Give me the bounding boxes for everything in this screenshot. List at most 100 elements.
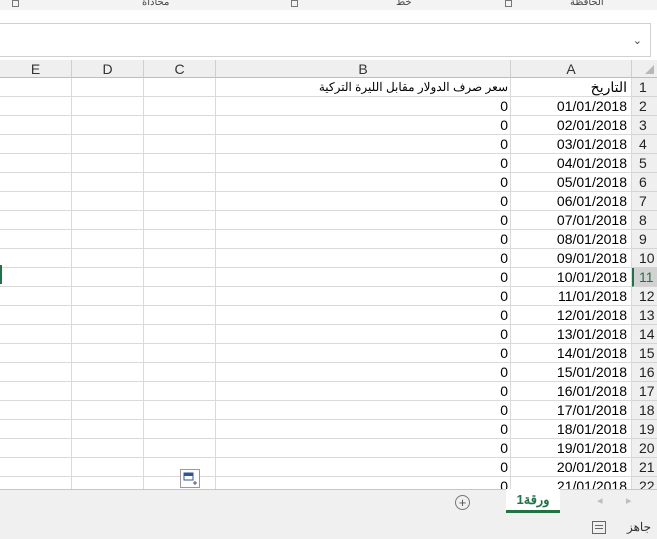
cell-b[interactable]: 0 [216,192,511,211]
column-header-b[interactable]: B [216,60,511,78]
cell-a[interactable]: 16/01/2018 [511,382,632,401]
cell-e[interactable] [0,154,72,173]
cell-a[interactable]: 10/01/2018 [511,268,632,287]
row-header[interactable]: 14 [632,325,657,344]
row-header[interactable]: 22 [632,477,657,489]
row-header[interactable]: 8 [632,211,657,230]
row-header[interactable]: 6 [632,173,657,192]
cell-d[interactable] [72,97,144,116]
cell-a[interactable]: 07/01/2018 [511,211,632,230]
column-header-d[interactable]: D [72,60,144,78]
cell-d[interactable] [72,306,144,325]
row-header[interactable]: 21 [632,458,657,477]
row-header[interactable]: 9 [632,230,657,249]
cell-e[interactable] [0,192,72,211]
scroll-tabs-right-icon[interactable]: ◂ [597,494,603,507]
cell-b[interactable]: 0 [216,477,511,489]
cell-c[interactable] [144,192,216,211]
cell-e[interactable] [0,211,72,230]
cell-c[interactable] [144,97,216,116]
cell-d[interactable] [72,268,144,287]
row-header[interactable]: 20 [632,439,657,458]
cell-c[interactable] [144,116,216,135]
clipboard-dialog-launcher-icon[interactable] [505,0,512,7]
cell-b[interactable]: 0 [216,306,511,325]
cell-c[interactable] [144,135,216,154]
cell-c[interactable] [144,420,216,439]
select-all-corner[interactable] [632,60,657,78]
column-header-a[interactable]: A [511,60,632,78]
cell-e[interactable] [0,382,72,401]
cell-a[interactable]: 20/01/2018 [511,458,632,477]
cell-d[interactable] [72,382,144,401]
row-header[interactable]: 15 [632,344,657,363]
cell-d[interactable] [72,211,144,230]
cell-a[interactable]: 04/01/2018 [511,154,632,173]
cell-d[interactable] [72,477,144,489]
cell-e[interactable] [0,439,72,458]
cell-e[interactable] [0,477,72,489]
cell-b[interactable]: 0 [216,230,511,249]
row-header[interactable]: 2 [632,97,657,116]
cell-b[interactable]: 0 [216,344,511,363]
cell-a[interactable]: 19/01/2018 [511,439,632,458]
cell-e[interactable] [0,249,72,268]
cell-a[interactable]: 13/01/2018 [511,325,632,344]
cell-b[interactable]: سعر صرف الدولار مقابل الليرة التركية [216,78,511,97]
row-header[interactable]: 10 [632,249,657,268]
cell-e[interactable] [0,135,72,154]
worksheet-grid[interactable]: E D C B A سعر صرف الدولار مقابل الليرة ا… [0,60,657,489]
cell-c[interactable] [144,78,216,97]
row-header[interactable]: 5 [632,154,657,173]
cell-c[interactable] [144,306,216,325]
row-header[interactable]: 13 [632,306,657,325]
cell-e[interactable] [0,97,72,116]
row-header[interactable]: 16 [632,363,657,382]
cell-b[interactable]: 0 [216,439,511,458]
cell-c[interactable] [144,211,216,230]
cell-d[interactable] [72,154,144,173]
cell-b[interactable]: 0 [216,401,511,420]
cell-c[interactable] [144,287,216,306]
cell-d[interactable] [72,173,144,192]
row-header[interactable]: 7 [632,192,657,211]
cell-a[interactable]: 05/01/2018 [511,173,632,192]
plus-circle-icon[interactable]: + [455,495,470,510]
cell-c[interactable] [144,344,216,363]
column-header-e[interactable]: E [0,60,72,78]
cell-d[interactable] [72,230,144,249]
cell-d[interactable] [72,439,144,458]
column-header-c[interactable]: C [144,60,216,78]
cell-d[interactable] [72,401,144,420]
cell-a[interactable]: 14/01/2018 [511,344,632,363]
cell-b[interactable]: 0 [216,287,511,306]
cell-b[interactable]: 0 [216,382,511,401]
cell-d[interactable] [72,458,144,477]
cell-d[interactable] [72,249,144,268]
cell-b[interactable]: 0 [216,249,511,268]
cell-a[interactable]: 03/01/2018 [511,135,632,154]
cell-a[interactable]: 17/01/2018 [511,401,632,420]
cell-b[interactable]: 0 [216,268,511,287]
cell-b[interactable]: 0 [216,458,511,477]
row-header[interactable]: 18 [632,401,657,420]
scroll-tabs-left-icon[interactable]: ▸ [626,494,632,507]
macro-recorder-icon[interactable] [592,521,606,534]
cell-a[interactable]: 02/01/2018 [511,116,632,135]
cell-d[interactable] [72,135,144,154]
cell-a[interactable]: 06/01/2018 [511,192,632,211]
sheet-tab-1[interactable]: ورقة1 [506,489,560,513]
cell-c[interactable] [144,173,216,192]
cell-b[interactable]: 0 [216,97,511,116]
row-header[interactable]: 11 [632,268,657,287]
font-dialog-launcher-icon[interactable] [291,0,298,7]
cell-c[interactable] [144,363,216,382]
cell-b[interactable]: 0 [216,211,511,230]
cell-c[interactable] [144,382,216,401]
cell-b[interactable]: 0 [216,420,511,439]
cell-b[interactable]: 0 [216,173,511,192]
row-header[interactable]: 3 [632,116,657,135]
cell-c[interactable] [144,230,216,249]
quick-analysis-icon[interactable] [180,469,200,488]
row-header[interactable]: 12 [632,287,657,306]
